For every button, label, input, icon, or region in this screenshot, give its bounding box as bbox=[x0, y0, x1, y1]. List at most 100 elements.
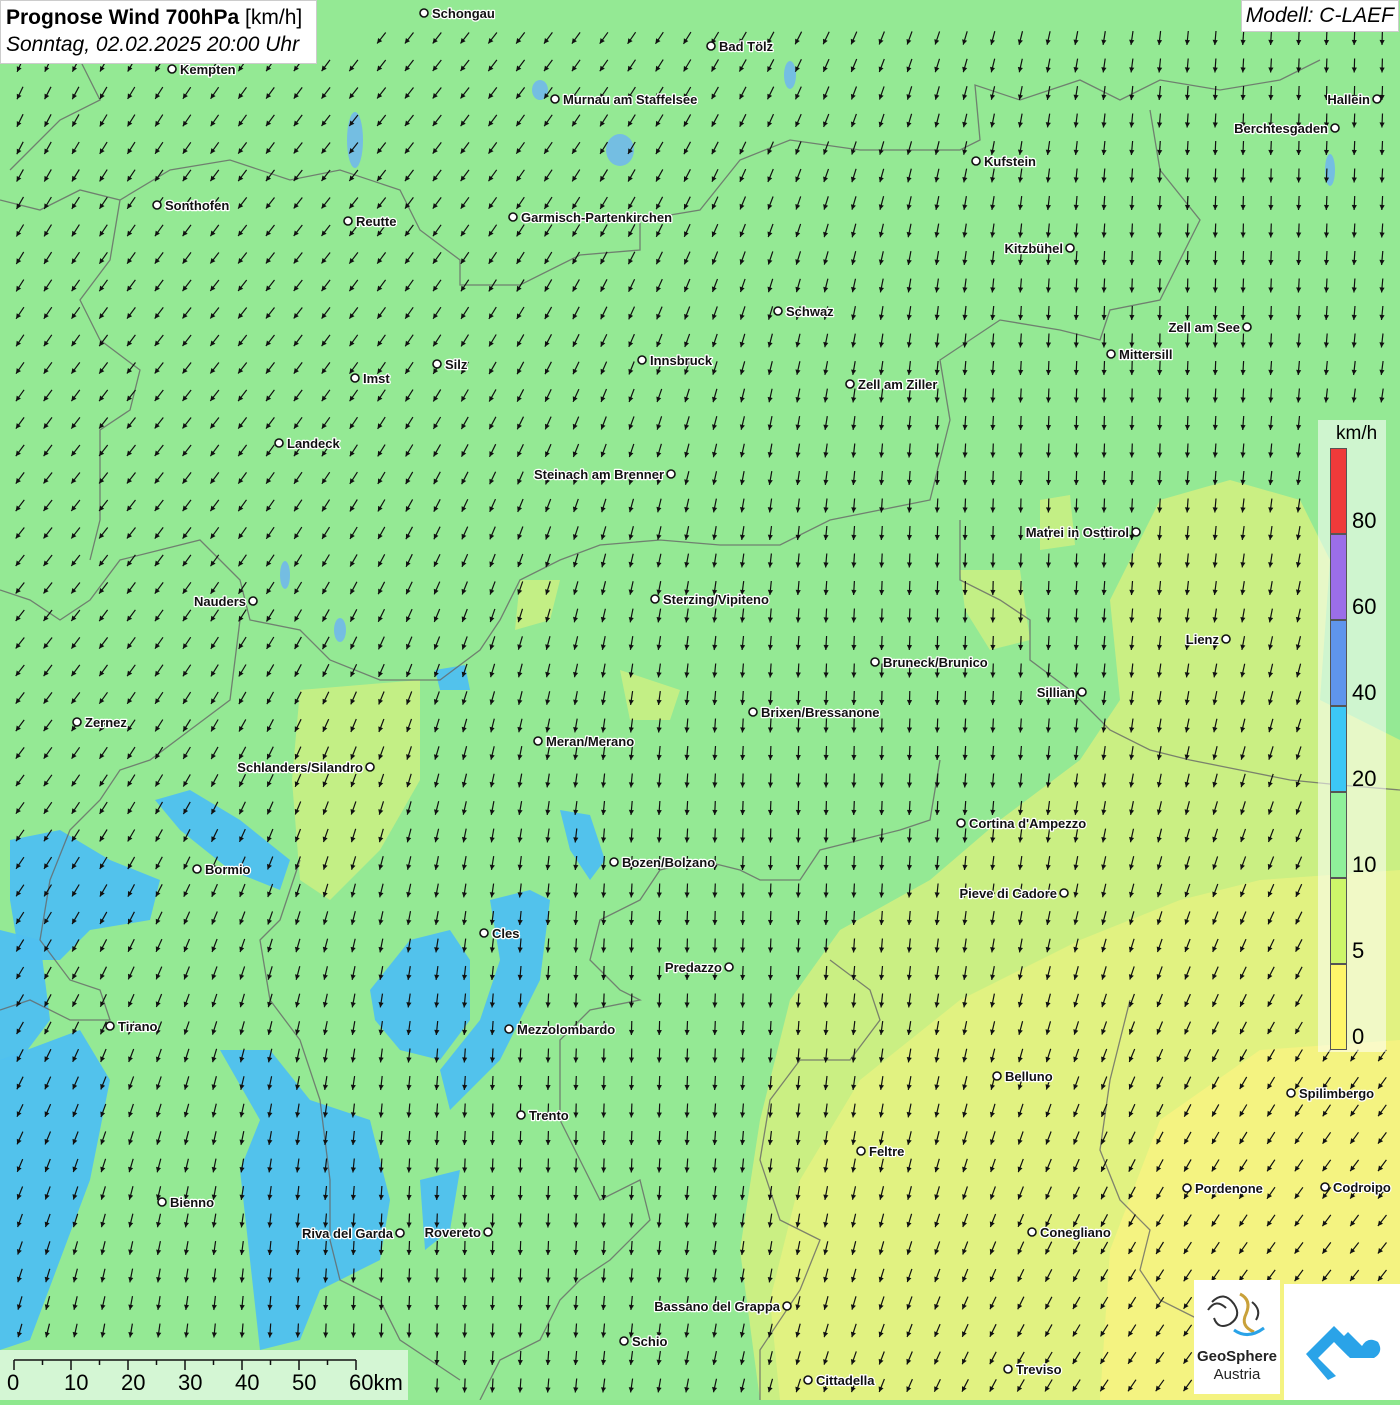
legend-swatch bbox=[1330, 620, 1347, 706]
city-label: Schwaz bbox=[786, 304, 834, 319]
city-marker[interactable]: Berchtesgaden bbox=[1234, 121, 1339, 136]
city-marker[interactable]: Bassano del Grappa bbox=[654, 1299, 791, 1314]
city-label: Bienno bbox=[170, 1195, 214, 1210]
city-marker[interactable]: Bozen/Bolzano bbox=[610, 855, 715, 870]
legend-label: 5 bbox=[1352, 938, 1364, 964]
city-dot bbox=[638, 356, 646, 364]
city-dot bbox=[957, 819, 965, 827]
city-marker[interactable]: Pieve di Cadore bbox=[959, 886, 1068, 901]
weather-app-logo[interactable] bbox=[1284, 1284, 1400, 1400]
city-marker[interactable]: Zell am See bbox=[1168, 320, 1251, 335]
geosphere-logo-country: Austria bbox=[1194, 1366, 1280, 1383]
city-marker[interactable]: Cortina d'Ampezzo bbox=[957, 816, 1086, 831]
legend-swatch bbox=[1330, 964, 1347, 1050]
city-label: Sterzing/Vipiteno bbox=[663, 592, 769, 607]
city-label: Cles bbox=[492, 926, 519, 941]
legend-label: 40 bbox=[1352, 680, 1376, 706]
city-dot bbox=[846, 380, 854, 388]
geosphere-logo[interactable]: GeoSphere Austria bbox=[1194, 1280, 1280, 1394]
city-label: Berchtesgaden bbox=[1234, 121, 1328, 136]
legend-swatch bbox=[1330, 792, 1347, 878]
city-label: Trento bbox=[529, 1108, 569, 1123]
legend-swatch bbox=[1330, 534, 1347, 620]
city-label: Pieve di Cadore bbox=[959, 886, 1057, 901]
city-dot bbox=[420, 9, 428, 17]
city-marker[interactable]: Sonthofen bbox=[153, 198, 229, 213]
city-marker[interactable]: Meran/Merano bbox=[534, 734, 634, 749]
city-label: Codroipo bbox=[1333, 1180, 1391, 1195]
city-label: Pordenone bbox=[1195, 1181, 1263, 1196]
map-title-bold: Prognose Wind 700hPa bbox=[6, 6, 239, 29]
city-label: Steinach am Brenner bbox=[534, 467, 664, 482]
legend-label: 60 bbox=[1352, 594, 1376, 620]
city-dot bbox=[610, 858, 618, 866]
city-dot bbox=[366, 763, 374, 771]
scale-bar-ruler bbox=[0, 1350, 408, 1400]
city-dot bbox=[1060, 889, 1068, 897]
city-marker[interactable]: Mezzolombardo bbox=[505, 1022, 615, 1037]
city-label: Sillian bbox=[1037, 685, 1075, 700]
city-marker[interactable]: Garmisch-Partenkirchen bbox=[509, 210, 672, 225]
city-dot bbox=[972, 157, 980, 165]
city-marker[interactable]: Matrei in Osttirol bbox=[1026, 525, 1140, 540]
city-marker[interactable]: Spilimbergo bbox=[1287, 1086, 1374, 1101]
city-label: Innsbruck bbox=[650, 353, 713, 368]
city-dot bbox=[1243, 323, 1251, 331]
city-dot bbox=[774, 307, 782, 315]
city-label: Cittadella bbox=[816, 1373, 875, 1388]
city-dot bbox=[351, 374, 359, 382]
city-marker[interactable]: Pordenone bbox=[1183, 1181, 1263, 1196]
city-marker[interactable]: Conegliano bbox=[1028, 1225, 1111, 1240]
city-marker[interactable]: Innsbruck bbox=[638, 353, 713, 368]
geosphere-emblem-icon bbox=[1194, 1280, 1280, 1350]
city-label: Reutte bbox=[356, 214, 396, 229]
wind-map[interactable]: Schongau Bad Tölz Kempten Murnau am Staffel… bbox=[0, 0, 1400, 1400]
city-marker[interactable]: Schongau bbox=[420, 6, 495, 21]
city-dot bbox=[725, 963, 733, 971]
city-marker[interactable]: Riva del Garda bbox=[302, 1226, 404, 1241]
city-marker[interactable]: Zell am Ziller bbox=[846, 377, 937, 392]
city-label: Bruneck/Brunico bbox=[883, 655, 988, 670]
geosphere-logo-name: GeoSphere bbox=[1194, 1348, 1280, 1365]
scale-label: 60km bbox=[349, 1370, 403, 1396]
city-label: Conegliano bbox=[1040, 1225, 1111, 1240]
city-marker[interactable]: Murnau am Staffelsee bbox=[551, 92, 697, 107]
city-dot bbox=[73, 718, 81, 726]
scale-label: 20 bbox=[121, 1370, 145, 1396]
city-dot bbox=[534, 737, 542, 745]
city-dot bbox=[1373, 95, 1381, 103]
city-label: Cortina d'Ampezzo bbox=[969, 816, 1086, 831]
city-marker[interactable]: Schlanders/Silandro bbox=[237, 760, 374, 775]
city-label: Zernez bbox=[85, 715, 127, 730]
city-label: Spilimbergo bbox=[1299, 1086, 1374, 1101]
city-label: Schio bbox=[632, 1334, 667, 1349]
city-label: Hallein bbox=[1327, 92, 1370, 107]
city-dot bbox=[1066, 244, 1074, 252]
legend-label: 80 bbox=[1352, 508, 1376, 534]
city-marker[interactable]: Brixen/Bressanone bbox=[749, 705, 880, 720]
city-dot bbox=[1028, 1228, 1036, 1236]
city-label: Feltre bbox=[869, 1144, 904, 1159]
city-label: Bad Tölz bbox=[719, 39, 774, 54]
color-legend: km/h 806040201050 bbox=[1318, 420, 1386, 1052]
city-label: Zell am Ziller bbox=[858, 377, 937, 392]
city-marker[interactable]: Bruneck/Brunico bbox=[871, 655, 988, 670]
city-dot bbox=[505, 1025, 513, 1033]
city-dot bbox=[275, 439, 283, 447]
city-dot bbox=[509, 213, 517, 221]
city-dot bbox=[1132, 528, 1140, 536]
city-dot bbox=[1222, 635, 1230, 643]
city-label: Bozen/Bolzano bbox=[622, 855, 715, 870]
legend-swatch bbox=[1330, 448, 1347, 534]
city-marker[interactable]: Sterzing/Vipiteno bbox=[651, 592, 769, 607]
city-dot bbox=[871, 658, 879, 666]
city-label: Kempten bbox=[180, 62, 236, 77]
city-dot bbox=[707, 42, 715, 50]
city-marker[interactable]: Steinach am Brenner bbox=[534, 467, 675, 482]
city-dot bbox=[517, 1111, 525, 1119]
scale-label: 50 bbox=[292, 1370, 316, 1396]
scale-label: 40 bbox=[235, 1370, 259, 1396]
city-dot bbox=[551, 95, 559, 103]
city-label: Riva del Garda bbox=[302, 1226, 394, 1241]
city-dot bbox=[344, 217, 352, 225]
